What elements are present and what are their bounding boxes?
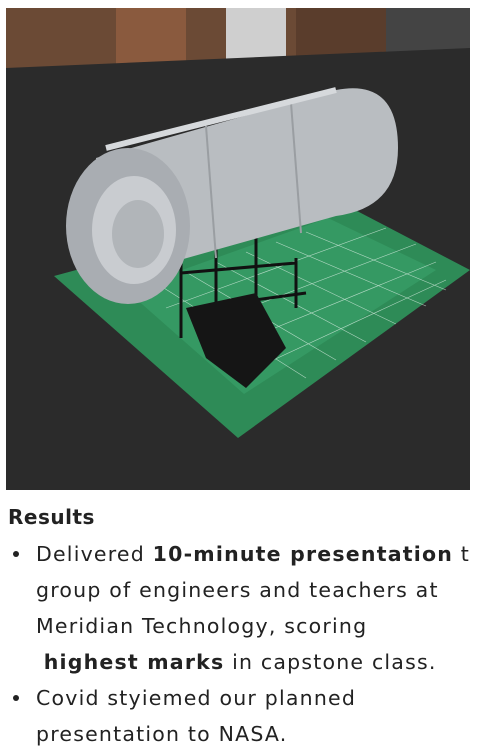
bold-text: highest marks <box>43 650 225 674</box>
bullet-2-line-2: presentation to NASA. <box>36 722 288 746</box>
bullet-1-line-3: Meridian Technology, scoring <box>36 614 368 638</box>
results-heading: Results <box>8 505 95 529</box>
text-segment: Delivered <box>36 542 153 566</box>
bullet-2-line-1: Covid styiemed our planned <box>36 686 357 710</box>
text-segment: t <box>453 542 471 566</box>
bullet-1-line-1: Delivered 10-minute presentation t <box>36 536 482 572</box>
list-item: Covid styiemed our planned presentation … <box>0 680 482 752</box>
habitat-model-photo <box>6 8 470 490</box>
results-list: Delivered 10-minute presentation t group… <box>0 536 482 752</box>
text-segment: in capstone class. <box>224 650 437 674</box>
bold-text: 10-minute presentation <box>152 542 454 566</box>
list-item: Delivered 10-minute presentation t group… <box>0 536 482 680</box>
bullet-1-line-2: group of engineers and teachers at <box>36 578 439 602</box>
bullet-1-line-4: highest marks in capstone class. <box>36 644 482 680</box>
